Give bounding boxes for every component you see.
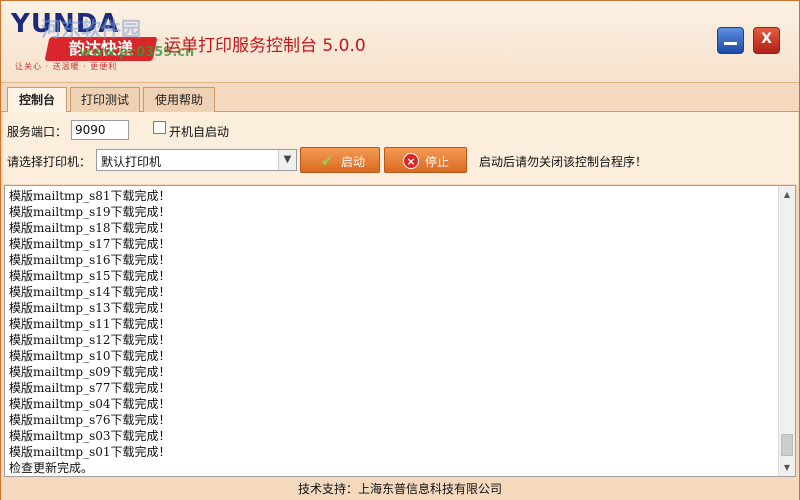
printer-label: 请选择打印机：	[7, 155, 92, 169]
checkmark-icon: ✔	[320, 152, 334, 170]
log-line: 模版mailtmp_s76下载完成！	[9, 413, 171, 427]
tab-bar: 控制台 打印测试 使用帮助	[1, 84, 799, 114]
log-line: 模版mailtmp_s18下载完成！	[9, 221, 171, 235]
log-line: 模版mailtmp_s77下载完成！	[9, 381, 171, 395]
start-button[interactable]: ✔ 启动	[300, 147, 380, 173]
log-line: 模版mailtmp_s19下载完成！	[9, 205, 171, 219]
port-label: 服务端口：	[7, 125, 68, 139]
scroll-thumb[interactable]	[781, 434, 793, 456]
close-button[interactable]: X	[753, 27, 780, 54]
scroll-down-icon[interactable]: ▼	[779, 459, 795, 476]
printer-select-value: 默认打印机	[101, 155, 162, 169]
log-line: 模版mailtmp_s12下载完成！	[9, 333, 171, 347]
tab-help[interactable]: 使用帮助	[143, 87, 215, 113]
chevron-down-icon[interactable]: ▼	[278, 150, 296, 170]
hint-text: 启动后请勿关闭该控制台程序！	[479, 155, 648, 169]
log-line: 模版mailtmp_s15下载完成！	[9, 269, 171, 283]
log-line: 模版mailtmp_s14下载完成！	[9, 285, 171, 299]
log-line: 模版mailtmp_s16下载完成！	[9, 253, 171, 267]
log-line: 模版mailtmp_s03下载完成！	[9, 429, 171, 443]
printer-select[interactable]: 默认打印机 ▼	[96, 149, 297, 171]
log-line: 模版mailtmp_s81下载完成！	[9, 189, 171, 203]
tab-console[interactable]: 控制台	[7, 87, 67, 114]
log-line: 模版mailtmp_s09下载完成！	[9, 365, 171, 379]
autostart-label: 开机自启动	[169, 125, 230, 139]
log-line: 检查更新完成。	[9, 461, 94, 475]
log-scrollbar[interactable]: ▲ ▼	[778, 186, 795, 476]
stop-button[interactable]: × 停止	[384, 147, 467, 173]
log-line: 模版mailtmp_s17下载完成！	[9, 237, 171, 251]
tab-print-test[interactable]: 打印测试	[70, 87, 140, 113]
footer-support: 技术支持：上海东普信息科技有限公司	[1, 478, 799, 500]
logo-slogan: 让关心 · 送温暖 · 更便利	[15, 62, 118, 71]
start-button-label: 启动	[341, 155, 366, 169]
stop-icon: ×	[403, 153, 419, 169]
app-window: YUNDA 韵达快递 让关心 · 送温暖 · 更便利 河东软件园 www.pc0…	[0, 0, 800, 500]
autostart-checkbox[interactable]	[153, 121, 166, 134]
log-output[interactable]: 模版mailtmp_s81下载完成！ 模版mailtmp_s19下载完成！ 模版…	[4, 185, 796, 477]
port-input[interactable]	[71, 120, 129, 140]
scroll-up-icon[interactable]: ▲	[779, 186, 795, 203]
minimize-button[interactable]	[717, 27, 744, 54]
stop-button-label: 停止	[425, 155, 450, 169]
close-icon: X	[761, 31, 772, 47]
log-line: 模版mailtmp_s04下载完成！	[9, 397, 171, 411]
log-line: 模版mailtmp_s01下载完成！	[9, 445, 171, 459]
log-line: 模版mailtmp_s11下载完成！	[9, 317, 171, 331]
log-line: 模版mailtmp_s10下载完成！	[9, 349, 171, 363]
header: YUNDA 韵达快递 让关心 · 送温暖 · 更便利 河东软件园 www.pc0…	[1, 1, 799, 83]
app-title: 运单打印服务控制台 5.0.0	[164, 36, 366, 56]
settings-panel: 服务端口： 开机自启动 请选择打印机： 默认打印机 ▼ ✔ 启动 × 停止 启动…	[3, 112, 798, 184]
watermark-text: 河东软件园	[41, 17, 141, 41]
log-line: 模版mailtmp_s13下载完成！	[9, 301, 171, 315]
